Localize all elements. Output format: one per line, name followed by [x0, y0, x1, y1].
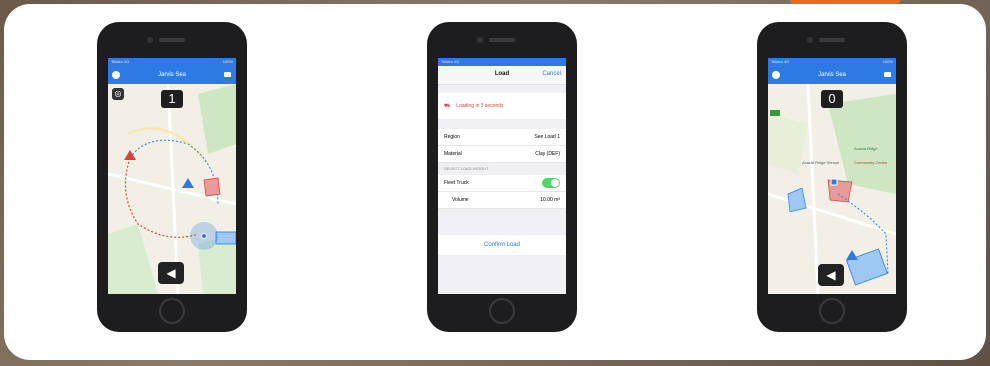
- nav-title: Jarvis Sea: [157, 72, 186, 78]
- status-bar: Telstra 4G: [438, 58, 566, 66]
- map-view[interactable]: Acacia Ridge School Acacia Ridge Communi…: [768, 84, 896, 294]
- carrier-label: Telstra 4G: [441, 59, 460, 64]
- confirm-load-button[interactable]: Confirm Load: [438, 235, 566, 255]
- region-value: See Load 1: [534, 134, 560, 140]
- phone-map-loading: Telstra 4G 100% Jarvis Sea ◎ 1 ◀: [97, 22, 247, 332]
- speaker: [159, 38, 185, 42]
- status-bar: Telstra 4G 100%: [768, 58, 896, 66]
- warning-text: Loading in 3 seconds: [456, 103, 504, 109]
- load-header: Load Cancel: [438, 66, 566, 85]
- nav-bar: Jarvis Sea: [768, 66, 896, 84]
- camera: [147, 37, 153, 43]
- settings-icon[interactable]: [112, 71, 120, 79]
- material-row[interactable]: Material Clay (DEF): [438, 146, 566, 163]
- truck-row: Fleet Truck: [438, 175, 566, 192]
- load-counter: 1: [161, 90, 183, 108]
- loading-warning: ⛟ Loading in 3 seconds: [438, 93, 566, 119]
- home-button[interactable]: [489, 298, 515, 324]
- truck-toggle[interactable]: [542, 178, 560, 188]
- speaker: [819, 38, 845, 42]
- menu-icon[interactable]: [224, 72, 231, 77]
- material-label: Material: [444, 151, 462, 157]
- phone-showcase-card: Telstra 4G 100% Jarvis Sea ◎ 1 ◀ Telstra…: [4, 4, 986, 360]
- camera: [807, 37, 813, 43]
- map-view[interactable]: ◎ 1 ◀: [108, 84, 236, 294]
- map-graphics: Acacia Ridge School Acacia Ridge Communi…: [768, 84, 896, 294]
- carrier-label: Telstra 4G: [111, 59, 130, 64]
- nav-bar: Jarvis Sea: [108, 66, 236, 84]
- battery-label: 100%: [222, 59, 233, 64]
- unload-truck-icon[interactable]: ◀: [158, 262, 184, 284]
- volume-label: Volume: [452, 197, 469, 203]
- home-button[interactable]: [159, 298, 185, 324]
- screen: Telstra 4G Load Cancel ⛟ Loading in 3 se…: [438, 58, 566, 294]
- gps-target-icon[interactable]: ◎: [112, 88, 124, 100]
- settings-icon[interactable]: [772, 71, 780, 79]
- battery-label: 100%: [882, 59, 893, 64]
- region-row[interactable]: Region See Load 1: [438, 129, 566, 146]
- status-bar: Telstra 4G 100%: [108, 58, 236, 66]
- nav-title: Jarvis Sea: [817, 72, 846, 78]
- section-header: SELECT LOAD WEIGHT: [444, 166, 489, 171]
- menu-icon[interactable]: [884, 72, 891, 77]
- map-label-school: Acacia Ridge School: [802, 160, 839, 165]
- phone-map-unloading: Telstra 4G 100% Jarvis Sea Acacia Ridge …: [757, 22, 907, 332]
- load-counter: 0: [821, 90, 843, 108]
- volume-row[interactable]: Volume 10.00 m³: [438, 192, 566, 209]
- home-button[interactable]: [819, 298, 845, 324]
- volume-value: 10.00 m³: [540, 197, 560, 203]
- camera: [477, 37, 483, 43]
- region-label: Region: [444, 134, 460, 140]
- screen: Telstra 4G 100% Jarvis Sea: [768, 58, 896, 294]
- map-label-suburb: Acacia Ridge: [854, 146, 878, 151]
- carrier-label: Telstra 4G: [771, 59, 790, 64]
- phone-load-form: Telstra 4G Load Cancel ⛟ Loading in 3 se…: [427, 22, 577, 332]
- speaker: [489, 38, 515, 42]
- map-label-centre: Community Centre: [854, 160, 888, 165]
- screen: Telstra 4G 100% Jarvis Sea: [108, 58, 236, 294]
- truck-label: Fleet Truck: [444, 180, 469, 186]
- truck-marker-icon: ⛟: [444, 102, 451, 109]
- material-value: Clay (DEF): [535, 151, 560, 157]
- unload-truck-icon[interactable]: ◀: [818, 264, 844, 286]
- cancel-button[interactable]: Cancel: [542, 71, 561, 77]
